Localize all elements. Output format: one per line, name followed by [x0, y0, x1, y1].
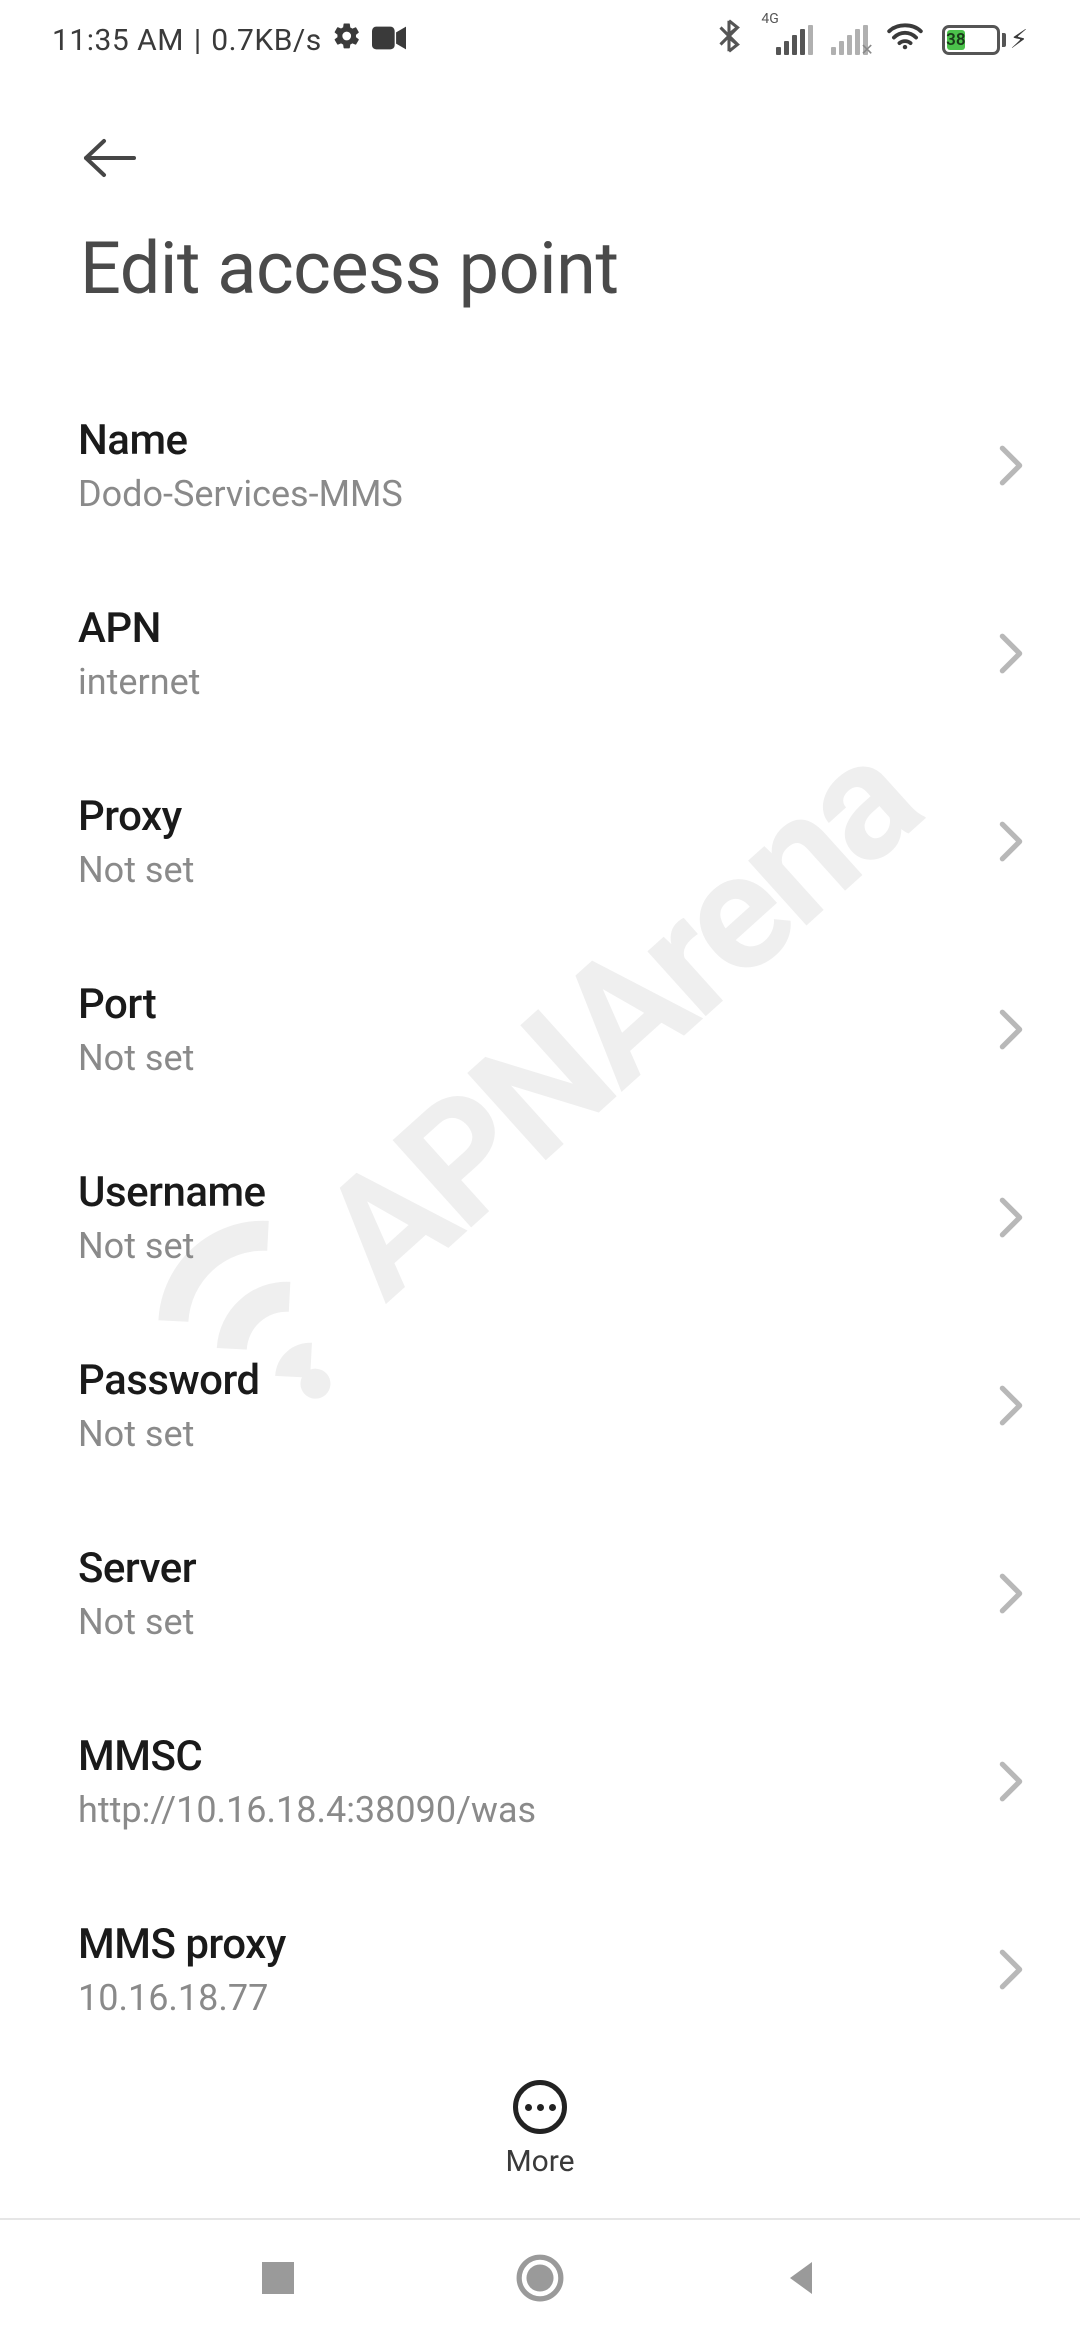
gear-icon: [332, 21, 362, 59]
setting-label: Server: [78, 1544, 196, 1593]
video-camera-icon: [372, 23, 406, 58]
back-arrow-icon[interactable]: [80, 136, 138, 180]
chevron-right-icon: [996, 631, 1026, 676]
setting-value: Dodo-Services-MMS: [78, 473, 403, 515]
chevron-right-icon: [996, 1947, 1026, 1992]
status-data-rate: 0.7KB/s: [211, 23, 322, 58]
status-bar: 11:35 AM | 0.7KB/s 4G 38 ⚡︎: [0, 0, 1080, 80]
bluetooth-icon: [718, 19, 740, 61]
battery-indicator: 38 ⚡︎: [942, 25, 1028, 55]
setting-row-name[interactable]: Name Dodo-Services-MMS: [0, 371, 1080, 559]
setting-value: http://10.16.18.4:38090/was: [78, 1789, 536, 1831]
setting-value: Not set: [78, 1601, 196, 1643]
setting-row-proxy[interactable]: Proxy Not set: [0, 747, 1080, 935]
setting-label: MMSC: [78, 1732, 536, 1781]
app-bar: [0, 80, 1080, 180]
battery-percent: 38: [946, 30, 965, 50]
setting-row-password[interactable]: Password Not set: [0, 1311, 1080, 1499]
setting-label: APN: [78, 604, 200, 653]
status-right: 4G 38 ⚡︎: [718, 19, 1028, 61]
chevron-right-icon: [996, 1571, 1026, 1616]
charging-bolt-icon: ⚡︎: [1010, 25, 1028, 55]
setting-value: Not set: [78, 849, 194, 891]
setting-label: Username: [78, 1168, 266, 1217]
status-separator: |: [194, 23, 201, 58]
more-button[interactable]: [513, 2080, 567, 2134]
setting-row-server[interactable]: Server Not set: [0, 1499, 1080, 1687]
nav-back-icon[interactable]: [782, 2258, 822, 2302]
signal-1: 4G: [758, 25, 812, 55]
system-nav-bar: [0, 2218, 1080, 2340]
chevron-right-icon: [996, 1759, 1026, 1804]
chevron-right-icon: [996, 819, 1026, 864]
nav-recents-icon[interactable]: [258, 2258, 298, 2302]
setting-value: Not set: [78, 1413, 260, 1455]
page-title: Edit access point: [0, 180, 1080, 371]
setting-row-mms-proxy[interactable]: MMS proxy 10.16.18.77: [0, 1875, 1080, 2063]
setting-label: Port: [78, 980, 194, 1029]
setting-row-apn[interactable]: APN internet: [0, 559, 1080, 747]
settings-list: Name Dodo-Services-MMS APN internet Prox…: [0, 371, 1080, 2063]
setting-value: internet: [78, 661, 200, 703]
bottom-action-bar: More: [0, 2080, 1080, 2179]
more-label: More: [505, 2144, 574, 2179]
network-type-label: 4G: [761, 11, 778, 27]
status-time: 11:35 AM: [52, 23, 184, 58]
setting-label: MMS proxy: [78, 1920, 286, 1969]
signal-2-no-sim: [831, 25, 868, 55]
chevron-right-icon: [996, 443, 1026, 488]
chevron-right-icon: [996, 1007, 1026, 1052]
chevron-right-icon: [996, 1383, 1026, 1428]
setting-label: Name: [78, 416, 403, 465]
setting-value: Not set: [78, 1225, 266, 1267]
wifi-icon: [886, 21, 924, 59]
setting-label: Password: [78, 1356, 260, 1405]
chevron-right-icon: [996, 1195, 1026, 1240]
setting-value: Not set: [78, 1037, 194, 1079]
setting-row-port[interactable]: Port Not set: [0, 935, 1080, 1123]
setting-value: 10.16.18.77: [78, 1977, 286, 2019]
status-left: 11:35 AM | 0.7KB/s: [52, 21, 406, 59]
setting-label: Proxy: [78, 792, 194, 841]
setting-row-mmsc[interactable]: MMSC http://10.16.18.4:38090/was: [0, 1687, 1080, 1875]
setting-row-username[interactable]: Username Not set: [0, 1123, 1080, 1311]
nav-home-icon[interactable]: [515, 2253, 565, 2307]
